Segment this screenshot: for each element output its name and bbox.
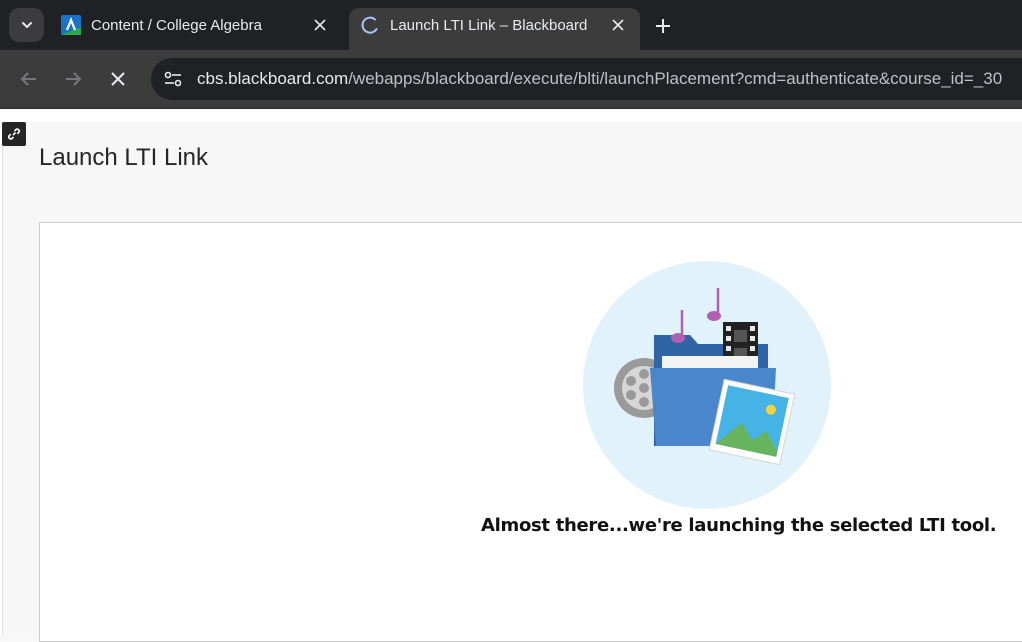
lti-content-frame (39, 222, 1022, 642)
browser-toolbar: cbs.blackboard.com/webapps/blackboard/ex… (0, 50, 1022, 109)
media-folder-illustration (583, 261, 831, 509)
photo-icon (708, 378, 796, 466)
tab-title: Content / College Algebra (91, 17, 262, 34)
close-tab-icon[interactable] (608, 15, 628, 35)
url-path: /webapps/blackboard/execute/blti/launchP… (348, 69, 1003, 88)
tab-strip: Content / College Algebra Launch LTI Lin… (0, 0, 1022, 50)
aleks-logo-icon (61, 15, 81, 35)
stop-loading-button[interactable] (105, 66, 131, 92)
plus-icon (656, 19, 670, 33)
page-title: Launch LTI Link (39, 144, 208, 171)
tune-icon (164, 71, 182, 87)
close-tab-icon[interactable] (310, 15, 330, 35)
url-host: cbs.blackboard.com (197, 69, 349, 88)
url-text: cbs.blackboard.com/webapps/blackboard/ex… (197, 69, 1002, 89)
launch-status-message: Almost there...we're launching the selec… (481, 515, 997, 536)
forward-button[interactable] (60, 66, 86, 92)
back-button[interactable] (16, 66, 42, 92)
site-info-button[interactable] (160, 67, 186, 91)
arrow-right-icon (66, 72, 82, 86)
arrow-left-icon (20, 72, 36, 86)
link-icon (2, 122, 26, 146)
tab-search-button[interactable] (9, 8, 44, 42)
address-bar[interactable]: cbs.blackboard.com/webapps/blackboard/ex… (151, 58, 1022, 100)
new-tab-button[interactable] (650, 13, 676, 39)
loading-spinner-icon (361, 16, 378, 34)
tab-title: Launch LTI Link – Blackboard (390, 17, 588, 34)
tab-content-college-algebra[interactable]: Content / College Algebra (50, 8, 343, 50)
tab-launch-lti-link[interactable]: Launch LTI Link – Blackboard (349, 8, 640, 50)
chevron-down-icon (21, 22, 32, 28)
close-icon (111, 72, 125, 86)
